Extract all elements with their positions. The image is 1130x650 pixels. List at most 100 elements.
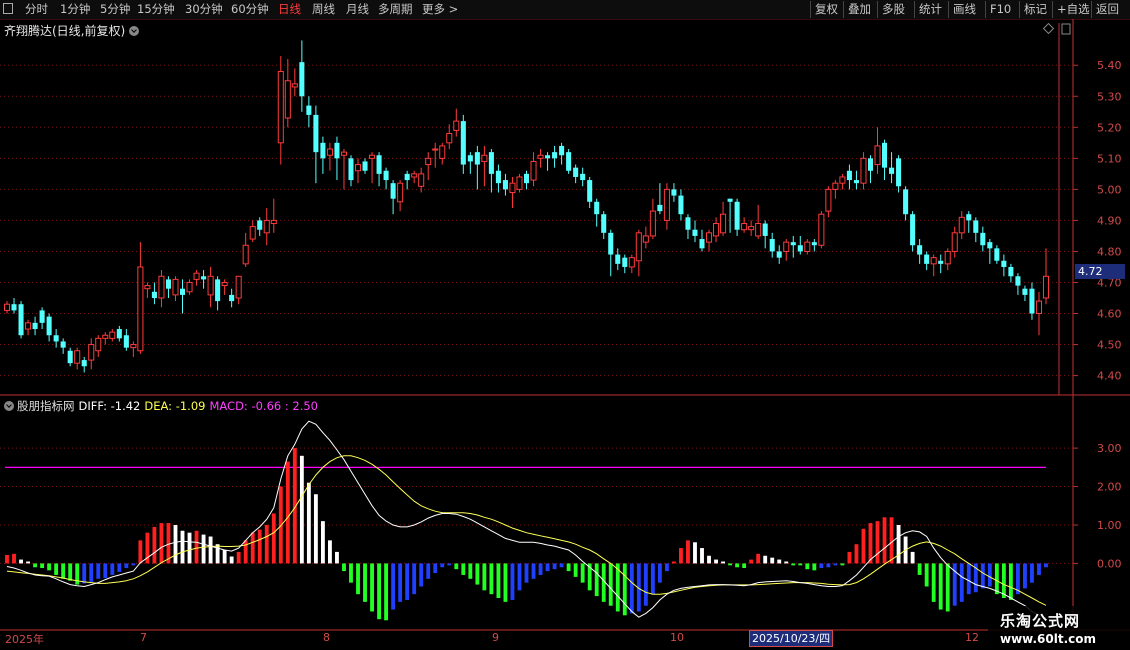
macd-bar	[573, 563, 578, 577]
toolbar-item-9[interactable]: 多周期	[378, 1, 413, 17]
macd-bar	[735, 563, 740, 568]
macd-bar	[412, 563, 417, 595]
candle-body-down	[53, 335, 59, 342]
candle-body-down	[762, 223, 768, 236]
toolbar-item-10[interactable]: 更多 >	[422, 1, 458, 17]
candle-body-up	[130, 344, 137, 349]
current-price-tag: 4.72	[1075, 264, 1125, 279]
date-label-1: 7	[140, 631, 147, 644]
menu-icon[interactable]	[3, 3, 13, 14]
macd-bar	[728, 563, 733, 566]
macd-bar	[1001, 563, 1006, 599]
candle-body-down	[853, 180, 859, 184]
macd-bar	[714, 559, 718, 564]
candle-body-down	[488, 152, 494, 174]
candle-body-down	[123, 335, 129, 348]
macd-bar	[180, 530, 185, 564]
toolbar-item-5[interactable]: 60分钟	[231, 1, 269, 17]
toolbar-item-6[interactable]: 日线	[278, 1, 301, 17]
candle-body-down	[790, 242, 796, 246]
candle-body-down	[657, 204, 663, 212]
toolbar-right-item-5[interactable]: F10	[990, 1, 1011, 17]
candle-body-up	[951, 232, 958, 252]
macd-bar	[945, 563, 950, 612]
toolbar-right-item-1[interactable]: 叠加	[848, 1, 871, 17]
macd-bar	[243, 540, 248, 564]
macd-bar	[89, 563, 94, 582]
macd-bar	[54, 563, 59, 575]
candle-body-down	[692, 229, 698, 236]
candle-body-down	[460, 121, 466, 165]
macd-bar	[868, 523, 873, 564]
macd-bar	[461, 563, 466, 575]
candle-body-up	[663, 188, 670, 221]
candle-body-down	[1022, 288, 1028, 295]
price-tick-label: 4.80	[1097, 245, 1122, 258]
toolbar-separator	[985, 1, 986, 18]
macd-bar	[629, 563, 634, 614]
toolbar-right-item-0[interactable]: 复权	[815, 1, 838, 17]
macd-bar	[517, 563, 522, 591]
price-tick-label: 5.40	[1097, 59, 1122, 72]
macd-bar	[306, 482, 311, 564]
price-tick-label: 5.30	[1097, 90, 1122, 103]
candle-body-down	[1029, 288, 1035, 314]
macd-tick-label: 0.00	[1097, 557, 1122, 570]
candle-body-down	[404, 173, 410, 181]
candle-body-down	[727, 198, 733, 202]
toolbar-right-item-3[interactable]: 统计	[919, 1, 942, 17]
candle-body-down	[559, 145, 565, 156]
candle-body-up	[509, 182, 516, 193]
macd-bar	[707, 555, 711, 564]
toolbar-right-item-4[interactable]: 画线	[953, 1, 976, 17]
candle-body-down	[1015, 276, 1021, 286]
candle-body-up	[340, 151, 348, 156]
macd-bar	[447, 563, 452, 566]
toolbar-item-8[interactable]: 月线	[346, 1, 369, 17]
macd-tick-label: 2.00	[1097, 481, 1122, 494]
toolbar-item-4[interactable]: 30分钟	[185, 1, 223, 17]
candle-body-up	[242, 244, 249, 265]
toolbar-item-2[interactable]: 5分钟	[100, 1, 130, 17]
candle-body-down	[580, 173, 586, 181]
candle-body-up	[481, 154, 488, 162]
candle-body-down	[334, 142, 340, 159]
candle-body-up	[88, 344, 95, 361]
candle-body-up	[369, 154, 376, 159]
candle-body-down	[523, 173, 530, 184]
macd-bar	[721, 561, 725, 564]
toolbar-right-item-8[interactable]: 返回	[1096, 1, 1119, 17]
price-tick-label: 5.10	[1097, 152, 1122, 165]
candle-body-up	[874, 145, 881, 166]
candle-body-up	[958, 216, 965, 234]
candle-body-up	[860, 157, 867, 184]
candle-body-down	[994, 248, 1000, 261]
candle-body-up	[804, 241, 811, 252]
toolbar-right-item-6[interactable]: 标记	[1024, 1, 1047, 17]
date-label-2: 8	[323, 631, 330, 644]
toolbar-separator	[810, 1, 811, 18]
toolbar-item-7[interactable]: 周线	[312, 1, 335, 17]
macd-bar	[103, 563, 108, 579]
price-tick-label: 4.60	[1097, 308, 1122, 321]
macd-bar	[110, 563, 115, 575]
candle-body-down	[383, 170, 389, 181]
candle-body-down	[552, 152, 558, 159]
toolbar-item-1[interactable]: 1分钟	[60, 1, 90, 17]
macd-bar	[454, 563, 459, 570]
candle-body-down	[179, 288, 186, 295]
watermark-url: www.60lt.com	[1000, 632, 1097, 646]
macd-bar	[124, 563, 129, 569]
date-label-5: 2025/10/23/四	[749, 630, 834, 647]
macd-bar	[398, 563, 403, 602]
toolbar-right-item-2[interactable]: 多股	[882, 1, 905, 17]
macd-bar	[826, 563, 831, 568]
toolbar-item-3[interactable]: 15分钟	[137, 1, 175, 17]
stock-chart[interactable]: 4.404.504.604.704.804.905.005.105.205.30…	[0, 19, 1130, 650]
toolbar-right-item-7[interactable]: +自选	[1057, 1, 1090, 17]
macd-bar	[173, 524, 178, 564]
toolbar-item-0[interactable]: 分时	[25, 1, 48, 17]
candle-body-up	[439, 145, 446, 159]
candle-body-up	[748, 226, 755, 231]
macd-bar	[475, 563, 480, 585]
